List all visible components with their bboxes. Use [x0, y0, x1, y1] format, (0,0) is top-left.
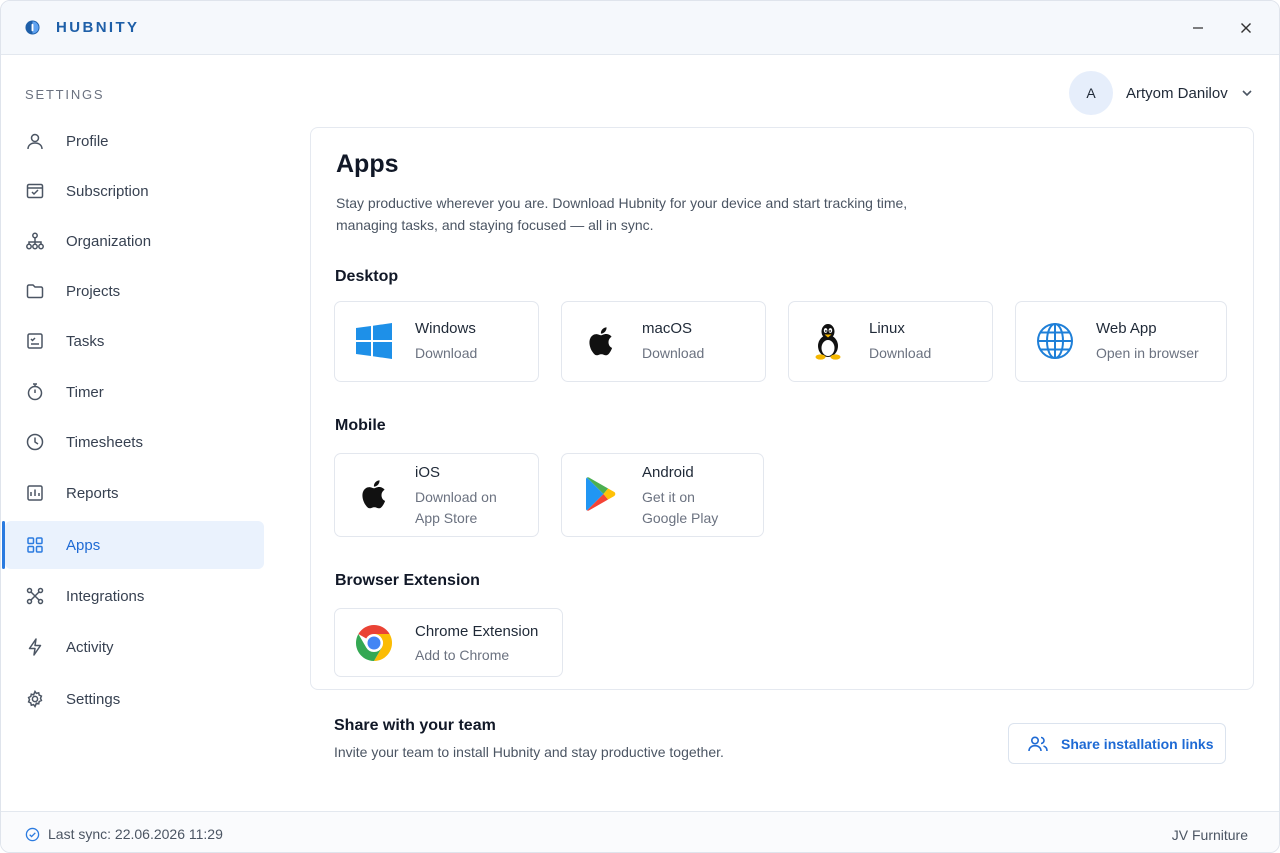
app-card-linux[interactable]: Linux Download: [788, 301, 993, 382]
share-installation-links-button[interactable]: Share installation links: [1008, 723, 1226, 764]
brand: HUBNITY: [25, 19, 139, 36]
app-card-android[interactable]: Android Get it on Google Play: [561, 453, 764, 537]
app-name: macOS: [642, 320, 693, 337]
sidebar-item-projects[interactable]: Projects: [5, 267, 264, 315]
sidebar: SETTINGS Profile Subscription Organizati…: [1, 55, 281, 811]
sidebar-item-label: Timesheets: [66, 433, 143, 451]
last-sync-text: Last sync: 22.06.2026 11:29: [48, 826, 223, 842]
share-description: Invite your team to install Hubnity and …: [334, 744, 724, 760]
app-card-ios[interactable]: iOS Download on App Store: [334, 453, 539, 537]
sidebar-item-label: Reports: [66, 484, 119, 502]
sidebar-item-label: Settings: [66, 690, 121, 708]
linux-tux-icon: [815, 324, 841, 360]
sidebar-item-apps[interactable]: Apps: [2, 521, 264, 569]
app-name: iOS: [415, 464, 441, 481]
users-icon: [1028, 736, 1048, 751]
minimize-icon: [1193, 27, 1203, 29]
app-card-web-app[interactable]: Web App Open in browser: [1015, 301, 1227, 382]
sidebar-item-timesheets[interactable]: Timesheets: [5, 418, 264, 466]
section-title-mobile: Mobile: [335, 417, 386, 434]
stopwatch-icon: [27, 383, 43, 401]
chevron-down-icon: [1242, 90, 1252, 97]
close-icon: [1241, 23, 1251, 33]
app-action: Download: [642, 345, 705, 361]
apple-icon: [362, 480, 386, 509]
share-button-label: Share installation links: [1061, 735, 1214, 752]
sidebar-item-integrations[interactable]: Integrations: [5, 572, 264, 620]
user-icon: [27, 133, 43, 150]
user-name: Artyom Danilov: [1126, 84, 1228, 102]
chart-icon: [27, 485, 43, 501]
sync-status: Last sync: 22.06.2026 11:29: [25, 826, 223, 842]
app-name: Android: [642, 464, 694, 481]
app-name: HUBNITY: [56, 19, 140, 36]
app-action: Open in browser: [1096, 345, 1199, 361]
grid-icon: [27, 537, 43, 553]
sidebar-item-subscription[interactable]: Subscription: [5, 167, 264, 215]
app-action-line2: Google Play: [642, 510, 719, 526]
sidebar-item-settings[interactable]: Settings: [5, 675, 264, 723]
title-bar: HUBNITY: [1, 1, 1279, 55]
integrations-icon: [26, 587, 44, 605]
sidebar-title: SETTINGS: [25, 87, 105, 102]
app-name: Web App: [1096, 320, 1157, 337]
globe-icon: [1037, 323, 1073, 359]
sidebar-item-label: Profile: [66, 132, 109, 150]
sidebar-item-label: Integrations: [66, 587, 145, 605]
folder-icon: [26, 284, 44, 299]
org-chart-icon: [26, 232, 44, 250]
check-circle-icon: [25, 827, 40, 841]
sidebar-item-reports[interactable]: Reports: [5, 469, 264, 517]
sidebar-item-label: Apps: [66, 536, 101, 554]
app-action: Add to Chrome: [415, 647, 510, 663]
sidebar-item-label: Timer: [66, 383, 104, 401]
page-description: Stay productive wherever you are. Downlo…: [336, 195, 908, 233]
apple-icon: [589, 327, 613, 356]
windows-icon: [356, 323, 392, 359]
status-bar: Last sync: 22.06.2026 11:29 JV Furniture: [1, 811, 1279, 852]
sidebar-item-organization[interactable]: Organization: [5, 217, 264, 265]
app-action: Download: [415, 345, 478, 361]
subscription-icon: [26, 183, 44, 199]
minimize-button[interactable]: [1185, 15, 1211, 41]
section-title-browser-extension: Browser Extension: [335, 572, 480, 589]
apps-card: Apps Stay productive wherever you are. D…: [310, 127, 1254, 690]
sidebar-item-label: Activity: [66, 638, 114, 656]
share-title: Share with your team: [334, 717, 496, 734]
sidebar-item-timer[interactable]: Timer: [5, 368, 264, 416]
chrome-icon: [355, 625, 393, 661]
app-card-chrome-extension[interactable]: Chrome Extension Add to Chrome: [334, 608, 563, 677]
app-card-macos[interactable]: macOS Download: [561, 301, 766, 382]
app-action-line1: Download on: [415, 489, 497, 505]
clock-icon: [26, 433, 44, 451]
app-name: Windows: [415, 320, 476, 337]
bolt-icon: [28, 638, 42, 656]
sidebar-item-label: Tasks: [66, 332, 105, 350]
sidebar-item-label: Organization: [66, 232, 152, 250]
app-action-line2: App Store: [415, 510, 478, 526]
sidebar-item-profile[interactable]: Profile: [5, 117, 264, 165]
hubnity-logo-icon: [25, 20, 40, 35]
sidebar-item-tasks[interactable]: Tasks: [5, 317, 264, 365]
app-action: Download: [869, 345, 932, 361]
app-name: Linux: [869, 320, 905, 337]
workspace-name[interactable]: JV Furniture: [1172, 827, 1248, 843]
app-window: HUBNITY SETTINGS Profile Subscription Or…: [0, 0, 1280, 853]
section-title-desktop: Desktop: [335, 268, 399, 285]
close-button[interactable]: [1233, 15, 1259, 41]
user-menu[interactable]: A Artyom Danilov: [1069, 71, 1254, 115]
tasks-icon: [27, 333, 43, 349]
gear-icon: [27, 689, 43, 709]
sidebar-item-activity[interactable]: Activity: [5, 623, 264, 671]
app-card-windows[interactable]: Windows Download: [334, 301, 539, 382]
app-action-line1: Get it on: [642, 489, 695, 505]
app-name: Chrome Extension: [415, 623, 539, 640]
avatar: A: [1069, 71, 1113, 115]
sidebar-item-label: Subscription: [66, 182, 149, 200]
google-play-icon: [586, 477, 616, 511]
sidebar-item-label: Projects: [66, 282, 121, 300]
page-title: Apps: [336, 150, 399, 178]
